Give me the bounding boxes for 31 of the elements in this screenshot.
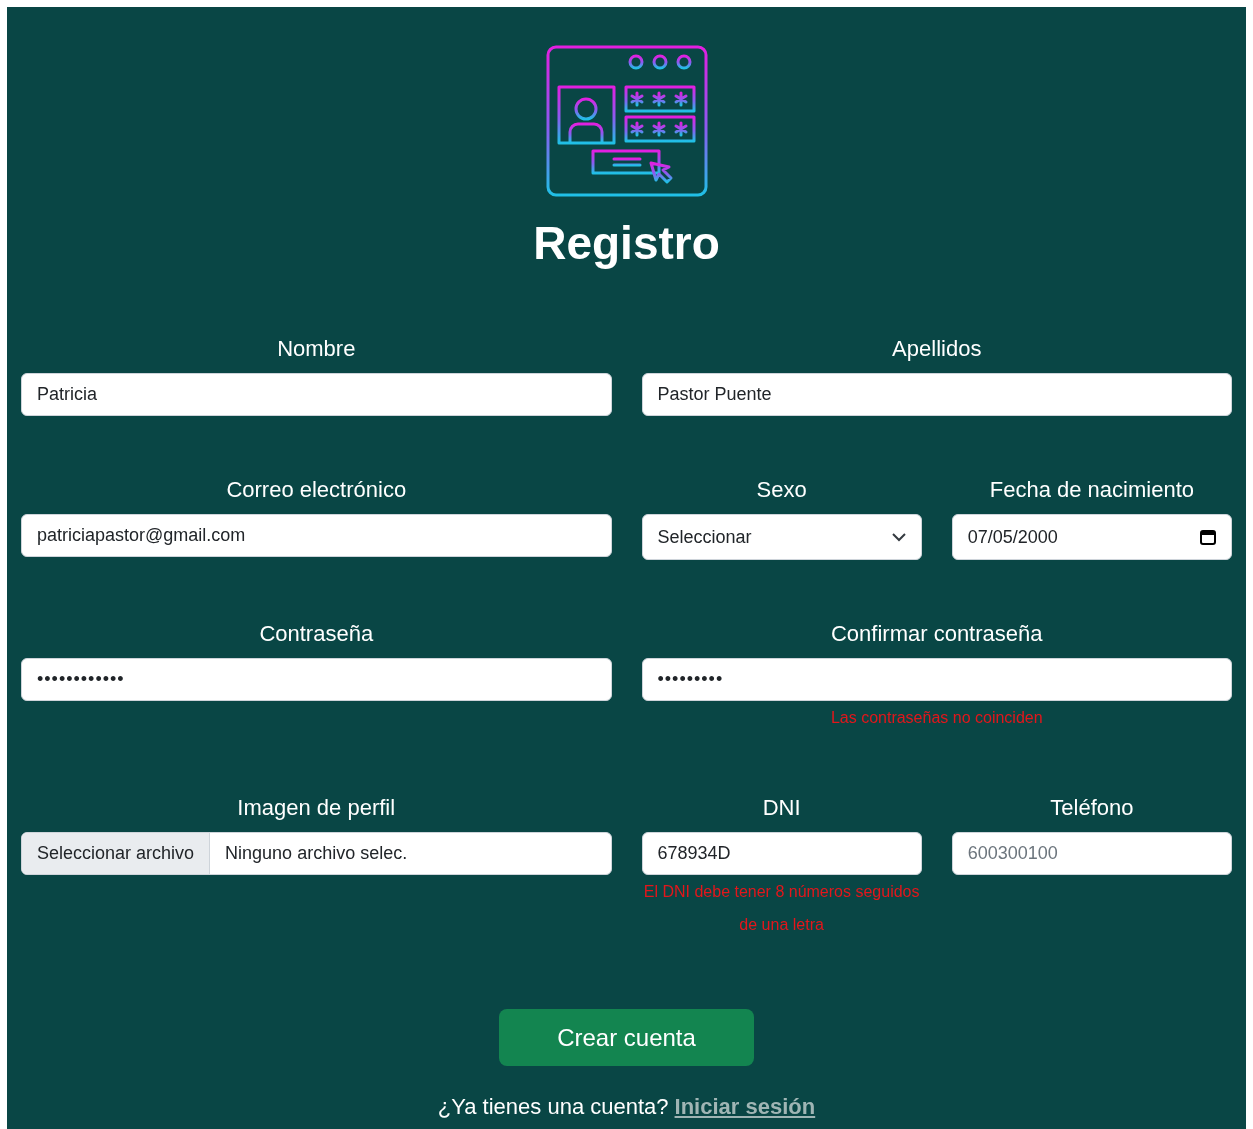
field-label: Sexo: [756, 476, 807, 504]
text-field[interactable]: Patricia: [21, 373, 612, 416]
field-label: Imagen de perfil: [237, 794, 396, 822]
file-field[interactable]: Seleccionar archivo Ninguno archivo selec.: [21, 832, 612, 875]
file-name: Ninguno archivo selec.: [224, 842, 409, 865]
date-field[interactable]: 07/05/2000: [951, 514, 1232, 560]
field-label: Correo electrónico: [226, 476, 407, 504]
calendar-icon: [1200, 529, 1216, 545]
text-field[interactable]: 600300100: [951, 832, 1232, 875]
choose-file-button[interactable]: Seleccionar archivo: [22, 833, 211, 874]
error-message: Las contraseñas no coinciden: [830, 708, 1043, 728]
create-account-button[interactable]: Crear cuenta: [499, 1009, 754, 1066]
registration-form-icon: [545, 45, 708, 197]
field-label: Nombre: [277, 335, 356, 363]
password-field[interactable]: ••••••••••••: [21, 658, 612, 701]
field-label: DNI: [762, 794, 801, 822]
login-link[interactable]: Iniciar sesión: [674, 1090, 816, 1123]
select-field[interactable]: Seleccionar: [641, 514, 922, 560]
text-field[interactable]: 678934D: [641, 832, 922, 875]
field-label: Fecha de nacimiento: [989, 476, 1194, 504]
password-field[interactable]: •••••••••: [641, 658, 1232, 701]
error-message: El DNI debe tener 8 números seguidos de una letra: [642, 882, 921, 935]
text-field[interactable]: Pastor Puente: [641, 373, 1232, 416]
text-field[interactable]: patriciapastor@gmail.com: [21, 514, 612, 557]
page-title: Registro: [533, 216, 720, 271]
chevron-down-icon: [891, 532, 906, 542]
field-label: Apellidos: [892, 335, 982, 363]
field-label: Contraseña: [259, 620, 374, 648]
field-label: Teléfono: [1050, 794, 1134, 822]
field-label: Confirmar contraseña: [830, 620, 1043, 648]
login-prompt: ¿Ya tienes una cuenta?: [437, 1093, 669, 1121]
